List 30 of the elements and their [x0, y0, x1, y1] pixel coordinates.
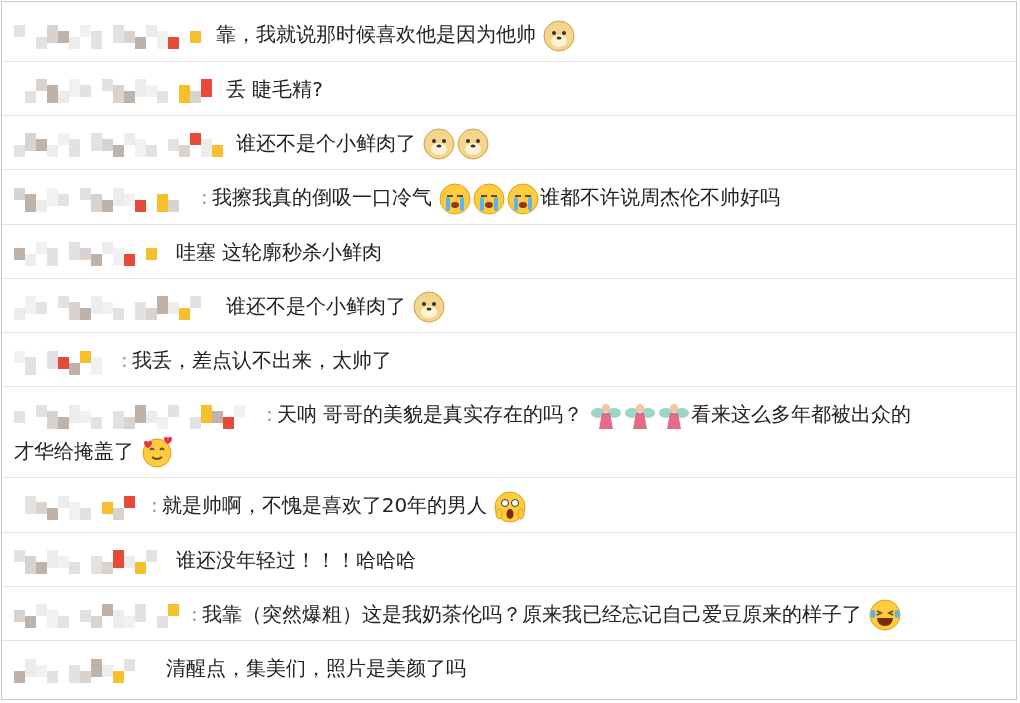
comment-text: 靠，我就说那时候喜欢他是因为他帅: [216, 22, 536, 46]
dog-face-icon: [456, 127, 490, 161]
comment-text: 谁都不许说周杰伦不帅好吗: [539, 185, 780, 209]
crying-face-icon: [505, 181, 540, 216]
comment-colon: :: [151, 493, 158, 517]
crying-face-icon: [471, 181, 506, 216]
comment-colon: :: [191, 601, 198, 626]
comment-text: 哇塞 这轮廓秒杀小鲜肉: [176, 239, 383, 264]
dog-face-icon: [412, 290, 446, 324]
comment-text: 我擦我真的倒吸一口冷气: [211, 185, 432, 209]
comment-text: 我靠（突然爆粗）这是我奶茶伦吗？原来我已经忘记自己爱豆原来的样子了: [201, 601, 862, 626]
comment-text: 谁还不是个小鲜肉了: [236, 130, 416, 155]
comment-text: 才华给掩盖了: [14, 438, 134, 463]
comment-text: 天呐 哥哥的美貌是真实存在的吗？: [276, 402, 584, 426]
smiling-face-hearts-icon: [140, 435, 174, 469]
comment-text: 丢 睫毛精?: [226, 76, 323, 101]
comment-text: 看来这么多年都被出众的: [691, 402, 912, 426]
comment-text: 清醒点，集美们，照片是美颜了吗: [166, 656, 466, 680]
comment-text: 就是帅啊，不愧是喜欢了20年的男人: [161, 493, 488, 517]
dog-face-icon: [542, 18, 576, 53]
comment-colon: :: [201, 185, 208, 209]
comment-colon: :: [266, 402, 273, 426]
comment-text: 谁还没年轻过！！！哈哈哈: [176, 547, 416, 572]
comment-text: 我丢，差点认不出来，太帅了: [131, 348, 392, 372]
laughing-crying-face-icon: [867, 598, 902, 632]
dog-face-icon: [422, 127, 456, 161]
screaming-face-icon: [493, 489, 528, 524]
comment-text: 谁还不是个小鲜肉了: [226, 293, 406, 318]
crying-face-icon: [437, 181, 472, 216]
comment-colon: :: [121, 348, 128, 372]
